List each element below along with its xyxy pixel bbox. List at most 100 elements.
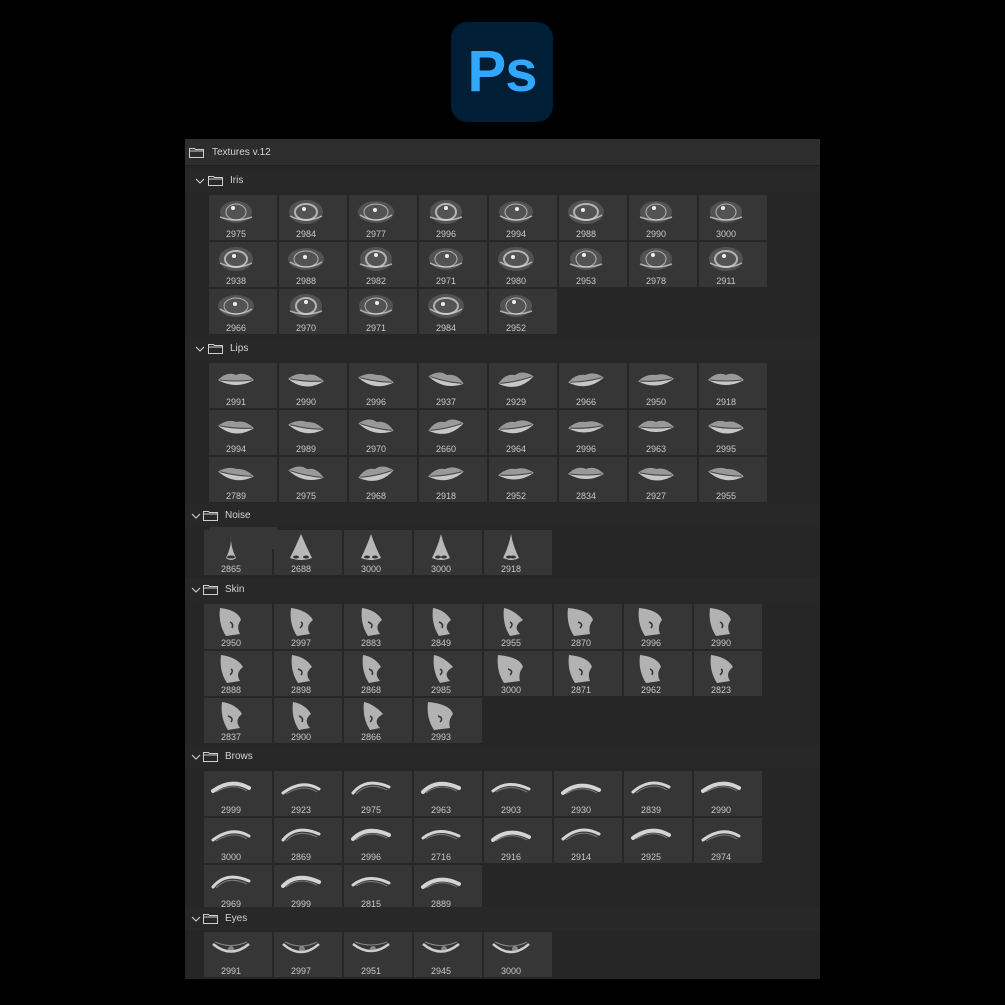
brush-preset[interactable]: 3000 xyxy=(484,651,552,696)
brush-preset[interactable]: 2988 xyxy=(559,195,627,240)
brush-preset[interactable]: 2839 xyxy=(624,771,692,816)
brush-preset[interactable]: 2996 xyxy=(344,818,412,863)
brush-preset[interactable]: 2962 xyxy=(624,651,692,696)
brush-preset[interactable]: 2988 xyxy=(279,242,347,287)
chevron-down-icon[interactable] xyxy=(191,585,201,595)
brush-preset[interactable]: 2955 xyxy=(699,457,767,502)
brush-preset[interactable]: 2968 xyxy=(349,457,417,502)
brush-preset[interactable]: 2993 xyxy=(414,698,482,743)
brush-preset[interactable]: 3000 xyxy=(414,530,482,575)
section-header-eyes[interactable]: Eyes xyxy=(185,907,820,930)
brush-preset[interactable]: 2911 xyxy=(699,242,767,287)
brush-preset[interactable]: 2994 xyxy=(489,195,557,240)
brush-preset[interactable]: 2923 xyxy=(274,771,342,816)
brush-preset[interactable]: 2937 xyxy=(419,363,487,408)
section-header-noise[interactable]: Noise xyxy=(185,504,820,527)
brush-preset[interactable]: 2955 xyxy=(484,604,552,649)
brush-preset[interactable]: 2903 xyxy=(484,771,552,816)
brush-preset[interactable]: 2660 xyxy=(419,410,487,455)
section-header-skin[interactable]: Skin xyxy=(185,578,820,601)
brush-preset[interactable]: 3000 xyxy=(344,530,412,575)
brush-preset[interactable]: 2849 xyxy=(414,604,482,649)
brush-preset[interactable]: 2975 xyxy=(209,195,277,240)
brush-preset[interactable]: 2991 xyxy=(209,363,277,408)
brush-preset[interactable]: 2716 xyxy=(414,818,482,863)
brush-preset[interactable]: 2997 xyxy=(274,932,342,977)
brush-preset[interactable]: 2977 xyxy=(349,195,417,240)
brush-preset[interactable]: 2918 xyxy=(484,530,552,575)
brush-preset[interactable]: 2990 xyxy=(279,363,347,408)
brush-preset[interactable]: 2938 xyxy=(209,242,277,287)
brush-preset[interactable]: 2918 xyxy=(699,363,767,408)
brush-preset[interactable]: 2927 xyxy=(629,457,697,502)
brush-preset[interactable]: 2995 xyxy=(699,410,767,455)
brush-preset[interactable]: 2999 xyxy=(274,865,342,910)
brush-preset[interactable]: 2837 xyxy=(204,698,272,743)
brush-preset[interactable]: 2969 xyxy=(204,865,272,910)
brush-preset[interactable]: 2952 xyxy=(489,457,557,502)
brush-preset[interactable]: 2984 xyxy=(279,195,347,240)
brush-preset[interactable]: 2970 xyxy=(279,289,347,334)
brush-preset[interactable]: 2789 xyxy=(209,457,277,502)
brush-preset[interactable]: 2900 xyxy=(274,698,342,743)
brush-preset[interactable]: 2996 xyxy=(559,410,627,455)
brush-preset[interactable]: 2914 xyxy=(554,818,622,863)
brush-preset[interactable]: 2929 xyxy=(489,363,557,408)
brush-preset[interactable]: 2950 xyxy=(204,604,272,649)
brush-preset[interactable]: 2950 xyxy=(629,363,697,408)
brush-preset[interactable]: 2823 xyxy=(694,651,762,696)
brush-preset[interactable]: 2996 xyxy=(349,363,417,408)
brush-preset[interactable]: 2989 xyxy=(279,410,347,455)
brush-preset[interactable]: 2916 xyxy=(484,818,552,863)
brush-preset[interactable]: 2889 xyxy=(414,865,482,910)
chevron-down-icon[interactable] xyxy=(191,511,201,521)
brush-preset[interactable]: 2815 xyxy=(344,865,412,910)
brush-preset[interactable]: 2971 xyxy=(349,289,417,334)
brush-preset[interactable]: 2951 xyxy=(344,932,412,977)
brush-preset[interactable]: 2980 xyxy=(489,242,557,287)
brush-preset[interactable]: 2834 xyxy=(559,457,627,502)
brush-preset[interactable]: 2997 xyxy=(274,604,342,649)
brush-preset[interactable]: 2866 xyxy=(344,698,412,743)
brush-preset[interactable]: 2952 xyxy=(489,289,557,334)
brush-preset[interactable]: 2971 xyxy=(419,242,487,287)
brush-preset[interactable]: 2991 xyxy=(204,932,272,977)
chevron-down-icon[interactable] xyxy=(191,914,201,924)
root-folder-header[interactable]: Textures v.12 xyxy=(185,139,820,166)
brush-preset[interactable]: 2978 xyxy=(629,242,697,287)
section-header-iris[interactable]: Iris xyxy=(185,169,820,192)
section-header-lips[interactable]: Lips xyxy=(185,337,820,360)
chevron-down-icon[interactable] xyxy=(195,176,205,186)
brush-preset[interactable]: 2898 xyxy=(274,651,342,696)
brush-preset[interactable]: 2985 xyxy=(414,651,482,696)
brush-preset[interactable]: 2966 xyxy=(209,289,277,334)
brush-preset[interactable]: 2990 xyxy=(694,771,762,816)
brush-preset[interactable]: 2990 xyxy=(694,604,762,649)
brush-preset[interactable]: 2994 xyxy=(209,410,277,455)
brush-preset[interactable]: 2925 xyxy=(624,818,692,863)
brush-preset[interactable]: 2982 xyxy=(349,242,417,287)
section-header-brows[interactable]: Brows xyxy=(185,745,820,768)
brush-preset[interactable]: 2984 xyxy=(419,289,487,334)
brush-preset[interactable]: 2865 xyxy=(204,530,272,575)
brush-preset[interactable]: 3000 xyxy=(699,195,767,240)
brush-preset[interactable]: 2990 xyxy=(629,195,697,240)
brush-preset[interactable]: 2996 xyxy=(624,604,692,649)
brush-preset[interactable]: 2963 xyxy=(629,410,697,455)
brush-preset[interactable]: 2999 xyxy=(204,771,272,816)
brush-preset[interactable]: 2868 xyxy=(344,651,412,696)
brush-preset[interactable]: 2953 xyxy=(559,242,627,287)
brush-preset[interactable]: 2869 xyxy=(274,818,342,863)
brush-preset[interactable]: 2870 xyxy=(554,604,622,649)
brush-preset[interactable]: 2964 xyxy=(489,410,557,455)
brush-preset[interactable]: 2975 xyxy=(279,457,347,502)
chevron-down-icon[interactable] xyxy=(191,752,201,762)
brush-preset[interactable]: 2963 xyxy=(414,771,482,816)
brush-preset[interactable]: 2945 xyxy=(414,932,482,977)
brush-preset[interactable]: 2688 xyxy=(274,530,342,575)
brush-preset[interactable]: 2871 xyxy=(554,651,622,696)
brush-preset[interactable]: 2970 xyxy=(349,410,417,455)
brush-preset[interactable]: 2966 xyxy=(559,363,627,408)
brush-preset[interactable]: 3000 xyxy=(204,818,272,863)
brush-preset[interactable]: 2996 xyxy=(419,195,487,240)
